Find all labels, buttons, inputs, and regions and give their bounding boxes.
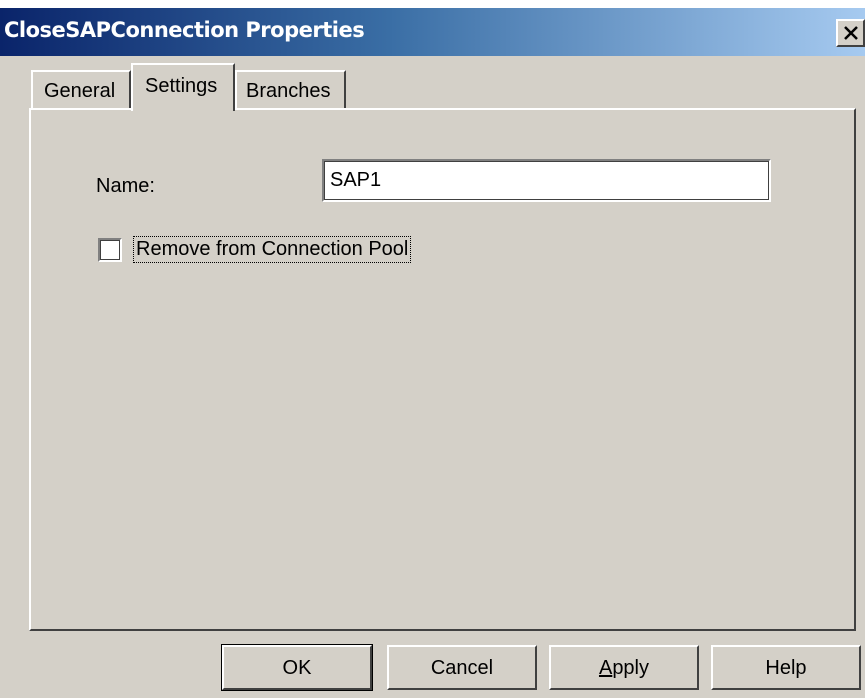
ok-button[interactable]: OK	[221, 644, 373, 691]
name-label: Name:	[96, 175, 155, 197]
tab-general[interactable]: General	[31, 70, 131, 110]
properties-dialog: CloseSAPConnection Properties General Se…	[0, 8, 865, 698]
remove-from-pool-checkbox[interactable]	[98, 238, 122, 262]
name-input[interactable]	[322, 159, 771, 202]
close-icon	[844, 26, 858, 40]
title-bar[interactable]: CloseSAPConnection Properties	[0, 8, 865, 56]
tab-branches-label: Branches	[246, 80, 331, 102]
tab-branches[interactable]: Branches	[235, 70, 346, 110]
apply-button[interactable]: Apply	[549, 645, 699, 690]
help-button[interactable]: Help	[711, 645, 861, 690]
remove-from-pool-label[interactable]: Remove from Connection Pool	[133, 236, 412, 263]
tab-general-label: General	[44, 80, 116, 102]
tab-settings[interactable]: Settings	[131, 63, 235, 111]
close-button[interactable]	[836, 19, 865, 47]
tab-settings-label: Settings	[145, 75, 218, 97]
window-title: CloseSAPConnection Properties	[4, 18, 365, 42]
cancel-button[interactable]: Cancel	[387, 645, 537, 690]
